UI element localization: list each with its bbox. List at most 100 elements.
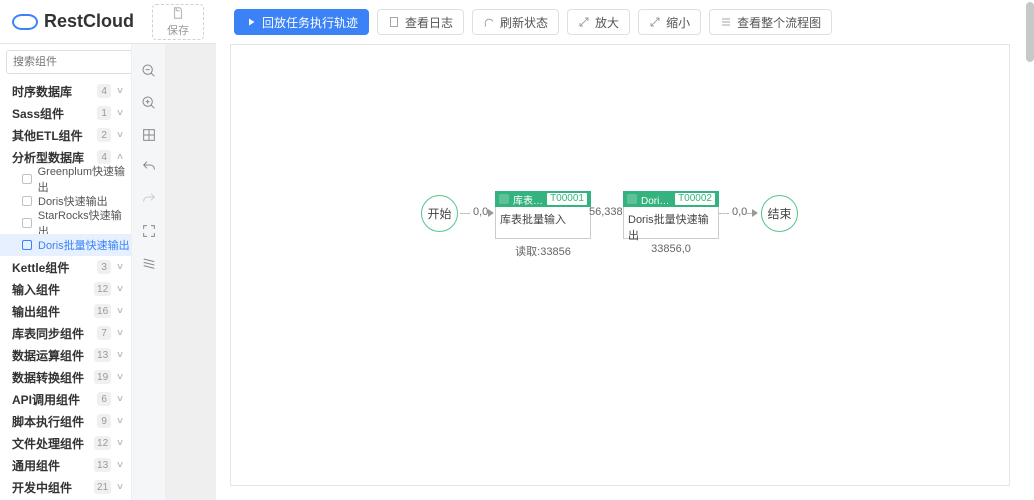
edge-dash: [460, 213, 470, 214]
task2-body: Doris批量快速输出: [623, 207, 719, 239]
chevron-down-icon: ˅: [117, 482, 123, 493]
search-wrap: [6, 50, 132, 74]
zoom-out-icon[interactable]: [140, 62, 158, 80]
sidebar-group-head[interactable]: 文件处理组件12˅: [0, 432, 131, 454]
refresh-button[interactable]: 刷新状态: [472, 9, 559, 35]
zoomout-label: 缩小: [666, 14, 690, 31]
group-count: 13: [94, 348, 111, 362]
log-button[interactable]: 查看日志: [377, 9, 464, 35]
group-title: Sass组件: [12, 105, 97, 122]
zoom-in-icon[interactable]: [140, 94, 158, 112]
whole-button[interactable]: 查看整个流程图: [709, 9, 832, 35]
sidebar-item[interactable]: Doris批量快速输出: [0, 234, 131, 256]
sidebar-group-head[interactable]: 其他ETL组件2˅: [0, 124, 131, 146]
sidebar-sublist: Greenplum快速输出Doris快速输出StarRocks快速输出Doris…: [0, 168, 131, 256]
task1-head: 库表批量输... T00001: [495, 191, 591, 207]
start-node[interactable]: 开始: [421, 195, 458, 232]
canvas-toolbar: 回放任务执行轨迹 查看日志 刷新状态 放大 缩小 查看整个流程图: [216, 0, 1034, 44]
sidebar-group-head[interactable]: Sass组件1˅: [0, 102, 131, 124]
group-title: Kettle组件: [12, 259, 97, 276]
sidebar-group: 输入组件12˅: [0, 278, 131, 300]
save-button[interactable]: 保存: [152, 4, 204, 40]
sidebar-group-head[interactable]: Kettle组件3˅: [0, 256, 131, 278]
group-count: 13: [94, 458, 111, 472]
task1-title: 库表批量输...: [513, 192, 543, 207]
zoomout-button[interactable]: 缩小: [638, 9, 701, 35]
start-label: 开始: [427, 205, 451, 222]
chevron-down-icon: ˅: [117, 130, 123, 141]
group-count: 21: [94, 480, 111, 494]
menu-icon: [720, 16, 732, 28]
save-label: 保存: [167, 22, 189, 38]
replay-button[interactable]: 回放任务执行轨迹: [234, 9, 369, 35]
sidebar-group: 输出组件16˅: [0, 300, 131, 322]
file-icon: [171, 6, 185, 20]
sidebar-group-head[interactable]: 脚本执行组件9˅: [0, 410, 131, 432]
whole-label: 查看整个流程图: [737, 14, 821, 31]
file-icon: [388, 16, 400, 28]
cloud-icon: [12, 14, 38, 30]
component-icon: [22, 196, 32, 206]
group-title: 时序数据库: [12, 83, 97, 100]
search-row: [0, 44, 131, 80]
group-title: 库表同步组件: [12, 325, 97, 342]
flow-diagram: 开始 0,0 库表批量输... T00001 库表批量输入 读取:33856 5…: [421, 195, 1009, 315]
group-title: 输入组件: [12, 281, 94, 298]
sidebar-group: 开发中组件21 ˅: [0, 476, 131, 498]
group-title: 数据转换组件: [12, 369, 94, 386]
chevron-down-icon: ˅: [117, 372, 123, 383]
group-count: 1: [97, 106, 111, 120]
zoomin-button[interactable]: 放大: [567, 9, 630, 35]
undo-icon[interactable]: [140, 158, 158, 176]
sidebar-group-head[interactable]: 库表同步组件7˅: [0, 322, 131, 344]
task1-node[interactable]: 库表批量输... T00001 库表批量输入 读取:33856: [495, 191, 591, 259]
search-input[interactable]: [6, 50, 132, 74]
chevron-down-icon: ˅: [117, 328, 123, 339]
replay-label: 回放任务执行轨迹: [262, 14, 358, 31]
flow-canvas[interactable]: 开始 0,0 库表批量输... T00001 库表批量输入 读取:33856 5…: [230, 44, 1010, 486]
group-count: 12: [94, 436, 111, 450]
chevron-down-icon: ˅: [117, 86, 123, 97]
sidebar-group-head[interactable]: API调用组件6˅: [0, 388, 131, 410]
redo-icon[interactable]: [140, 190, 158, 208]
main-area: 回放任务执行轨迹 查看日志 刷新状态 放大 缩小 查看整个流程图 开始 0,0: [216, 0, 1034, 500]
chevron-up-icon: ˄: [117, 152, 123, 163]
group-title: 开发中组件: [12, 479, 94, 496]
sidebar-group: 脚本执行组件9˅: [0, 410, 131, 432]
edge1-label: 0,0: [473, 206, 488, 218]
expand-icon: [578, 16, 590, 28]
sidebar-item-label: Doris批量快速输出: [38, 237, 130, 253]
sidebar-item[interactable]: Greenplum快速输出: [0, 168, 131, 190]
sidebar-item[interactable]: StarRocks快速输出: [0, 212, 131, 234]
group-title: API调用组件: [12, 391, 97, 408]
fullscreen-icon[interactable]: [140, 222, 158, 240]
gutter: [166, 44, 216, 500]
sidebar-group-head[interactable]: 输出组件16˅: [0, 300, 131, 322]
sidebar-group-head[interactable]: 时序数据库4 ˅: [0, 80, 131, 102]
sidebar-group-head[interactable]: 数据运算组件13˅: [0, 344, 131, 366]
arrow-icon: [488, 209, 494, 217]
chevron-down-icon: ˅: [117, 262, 123, 273]
chevron-down-icon: ˅: [117, 394, 123, 405]
task-icon: [627, 194, 637, 204]
end-node[interactable]: 结束: [761, 195, 798, 232]
sidebar-group: 数据运算组件13˅: [0, 344, 131, 366]
component-sidebar: 时序数据库4˅Sass组件1˅其他ETL组件2˅分析型数据库4˄Greenplu…: [0, 44, 132, 500]
sidebar-group-head[interactable]: 输入组件12˅: [0, 278, 131, 300]
group-count: 19: [94, 370, 111, 384]
task2-foot: 33856,0: [623, 243, 719, 255]
log-label: 查看日志: [405, 14, 453, 31]
grid-icon[interactable]: [140, 254, 158, 272]
fit-icon[interactable]: [140, 126, 158, 144]
task2-node[interactable]: Doris批量... T00002 Doris批量快速输出 33856,0: [623, 191, 719, 255]
vertical-scrollbar[interactable]: [1026, 2, 1034, 62]
sidebar-group-head[interactable]: 数据转换组件19 ˅: [0, 366, 131, 388]
sidebar-group-head[interactable]: 通用组件13˅: [0, 454, 131, 476]
refresh-label: 刷新状态: [500, 14, 548, 31]
sidebar-group-head[interactable]: 开发中组件21 ˅: [0, 476, 131, 498]
group-count: 4: [97, 84, 111, 98]
chevron-down-icon: ˅: [117, 350, 123, 361]
task1-foot: 读取:33856: [495, 243, 591, 259]
group-count: 9: [97, 414, 111, 428]
edge-dash: [719, 213, 729, 214]
